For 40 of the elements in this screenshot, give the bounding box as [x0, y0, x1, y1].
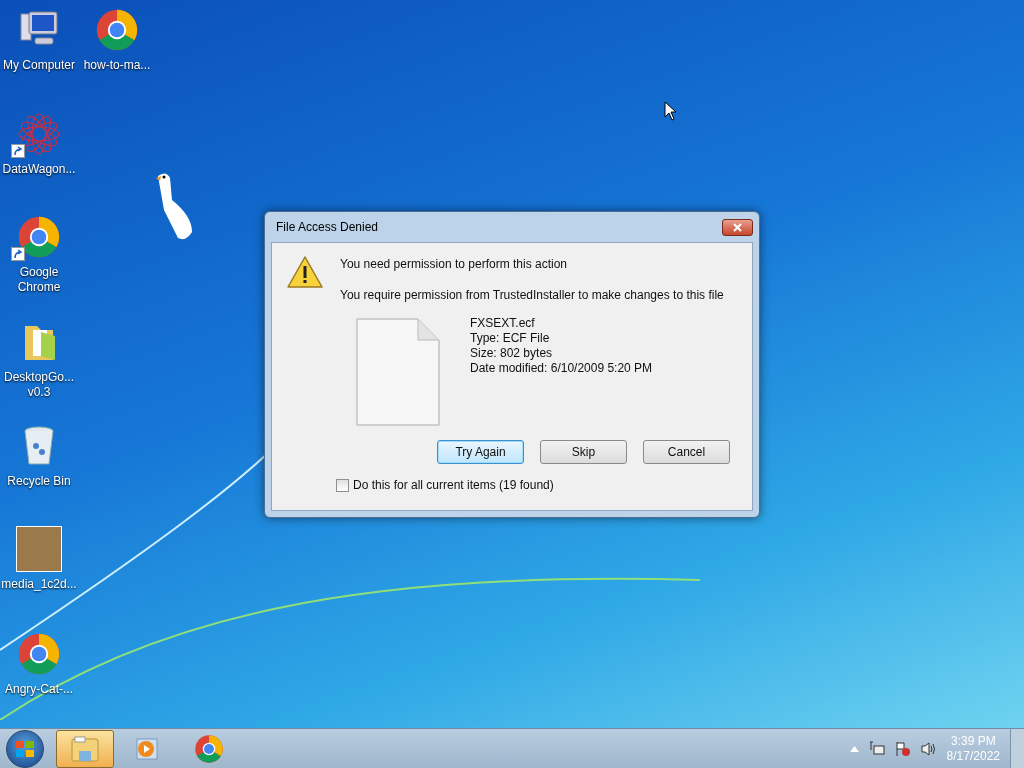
- desktop-icon-label[interactable]: My Computer: [3, 58, 75, 73]
- desktop-icon-label[interactable]: Angry-Cat-...: [5, 682, 73, 697]
- file-icon: [356, 318, 440, 426]
- checkbox[interactable]: [336, 478, 349, 492]
- desktop-icon-label[interactable]: Google Chrome: [0, 265, 78, 295]
- dialog-button[interactable]: Try Again: [437, 440, 524, 464]
- file-detail-text: Type: ECF File: [470, 331, 551, 346]
- window-title: File Access Denied: [276, 219, 379, 236]
- star-pattern-icon: [17, 112, 61, 156]
- desktop-icon-label[interactable]: DesktopGo... v0.3: [0, 370, 78, 400]
- folder-icon: [70, 734, 100, 763]
- message-text: You require permission from TrustedInstaller to make changes to this file: [340, 287, 724, 304]
- dialog-button[interactable]: Cancel: [643, 440, 730, 464]
- close-icon: [733, 222, 742, 232]
- chrome-icon: [17, 632, 61, 676]
- taskbar-button[interactable]: [56, 729, 114, 768]
- show-desktop-button[interactable]: [1010, 728, 1024, 768]
- windows-logo-icon: [15, 739, 35, 758]
- speaker-icon[interactable]: [920, 740, 937, 757]
- desktop-icon-label[interactable]: Recycle Bin: [7, 474, 71, 489]
- warning-icon: [286, 255, 324, 289]
- close-button[interactable]: [722, 218, 753, 236]
- chrome-icon: [194, 733, 224, 764]
- heading-text: You need permission to perform this action: [340, 256, 568, 273]
- desktop-icon-label[interactable]: how-to-ma...: [83, 58, 151, 73]
- desktop-icon-label[interactable]: DataWagon...: [2, 162, 76, 177]
- desktop-icon-label[interactable]: media_1c2d...: [1, 577, 77, 592]
- chrome-icon: [17, 215, 61, 259]
- chrome-icon: [95, 8, 139, 52]
- file-detail-text: Date modified: 6/10/2009 5:20 PM: [470, 361, 653, 376]
- file-detail-text: Size: 802 bytes: [470, 346, 554, 361]
- network-icon[interactable]: [868, 740, 885, 757]
- dialog-button[interactable]: Skip: [540, 440, 627, 464]
- file-detail-text: FXSEXT.ecf: [470, 316, 536, 331]
- flag-icon[interactable]: [894, 740, 911, 757]
- photo-placeholder: [16, 526, 62, 572]
- checkbox-label[interactable]: Do this for all current items (19 found): [353, 476, 554, 494]
- mouse-cursor-icon: [664, 101, 677, 121]
- start-button[interactable]: [6, 729, 44, 768]
- media-player-icon: [134, 735, 160, 762]
